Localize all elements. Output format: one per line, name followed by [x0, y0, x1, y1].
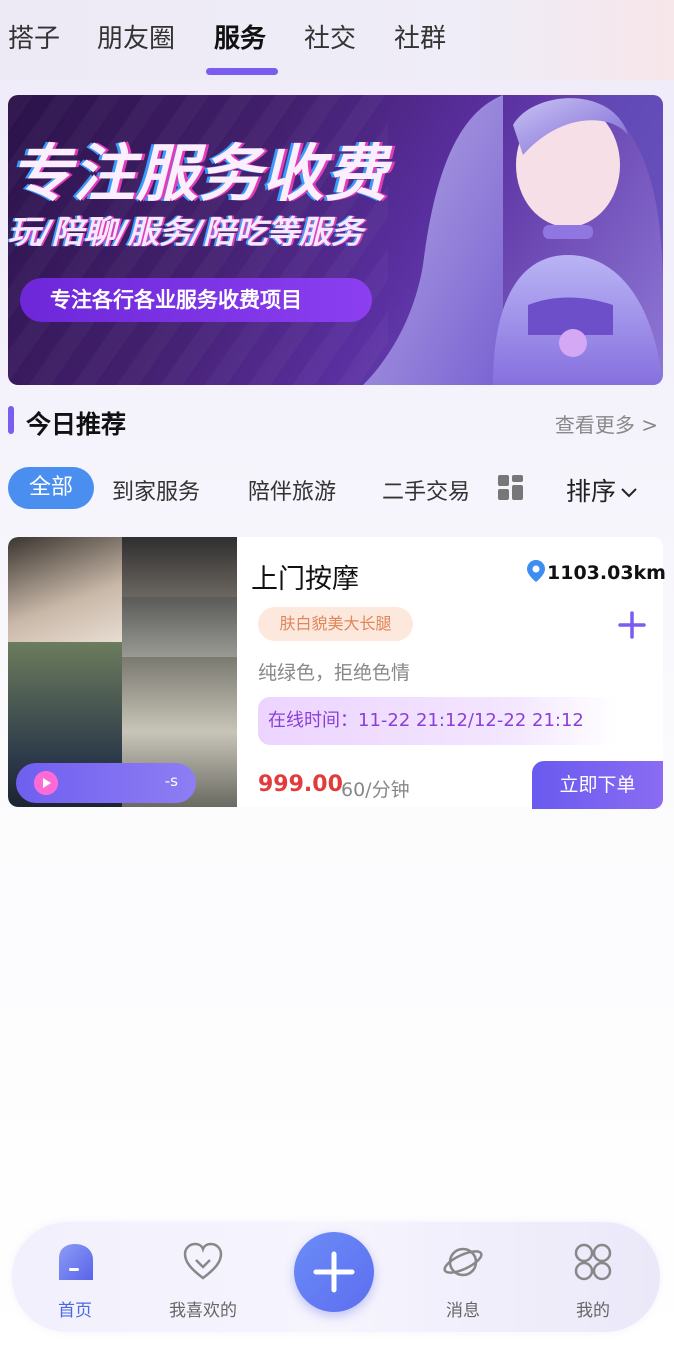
nav-profile[interactable]: 我的 — [538, 1222, 648, 1332]
section-accent-bar — [8, 406, 14, 434]
category-home-service[interactable]: 到家服务 — [112, 474, 200, 506]
location-pin-icon — [527, 560, 545, 582]
active-tab-indicator — [206, 68, 278, 75]
section-title: 今日推荐 — [26, 410, 127, 439]
banner-pill: 专注各行各业服务收费项目 — [20, 278, 372, 322]
home-icon — [59, 1244, 93, 1280]
nav-home-label: 首页 — [58, 1301, 92, 1321]
create-button[interactable] — [294, 1232, 374, 1312]
service-description: 纯绿色，拒绝色情 — [258, 662, 411, 684]
add-icon[interactable] — [618, 611, 646, 639]
plus-icon — [313, 1251, 355, 1293]
nav-favorites-label: 我喜欢的 — [169, 1301, 237, 1321]
tab-dazi[interactable]: 搭子 — [8, 18, 60, 55]
sort-button[interactable]: 排序 — [566, 472, 638, 508]
see-more-link[interactable]: 查看更多 > — [555, 409, 658, 438]
service-tag: 肤白貌美大长腿 — [258, 607, 413, 641]
online-time: 在线时间：11-22 21:12/12-22 21:12 — [258, 697, 618, 745]
category-all[interactable]: 全部 — [8, 467, 94, 509]
service-title: 上门按摩 — [251, 564, 359, 595]
service-price: 999.00 — [258, 772, 343, 797]
order-now-button[interactable]: 立即下单 — [532, 761, 663, 809]
tab-groups[interactable]: 社群 — [394, 18, 446, 55]
category-travel[interactable]: 陪伴旅游 — [248, 474, 336, 506]
price-unit: 60/分钟 — [341, 779, 410, 801]
grid-icon[interactable] — [497, 474, 525, 502]
heart-icon — [183, 1242, 223, 1280]
anime-character-illustration — [363, 95, 663, 385]
chevron-down-icon — [621, 488, 637, 498]
service-thumbnail[interactable]: -s — [8, 537, 237, 807]
nav-messages[interactable]: 消息 — [408, 1222, 518, 1332]
sort-label: 排序 — [566, 477, 617, 506]
top-tab-bar: 搭子 朋友圈 服务 社交 社群 — [0, 0, 674, 80]
play-icon[interactable] — [34, 771, 58, 795]
apps-icon — [574, 1243, 612, 1281]
planet-icon — [443, 1247, 483, 1277]
nav-favorites[interactable]: 我喜欢的 — [148, 1222, 258, 1332]
distance-label: 1103.03km — [527, 560, 666, 584]
tab-social[interactable]: 社交 — [304, 18, 356, 55]
tab-moments[interactable]: 朋友圈 — [97, 18, 175, 55]
category-secondhand[interactable]: 二手交易 — [382, 474, 470, 506]
banner-subline: 玩/陪聊/服务/陪吃等服务 — [8, 213, 364, 251]
nav-profile-label: 我的 — [576, 1301, 610, 1321]
nav-messages-label: 消息 — [446, 1301, 480, 1321]
distance-value: 1103.03km — [547, 562, 666, 584]
nav-home[interactable]: 首页 — [20, 1222, 130, 1332]
audio-player[interactable]: -s — [16, 763, 196, 803]
audio-length: -s — [164, 772, 178, 790]
tab-services[interactable]: 服务 — [214, 18, 266, 55]
promo-banner[interactable]: 专注服务收费 玩/陪聊/服务/陪吃等服务 专注各行各业服务收费项目 — [8, 95, 663, 385]
banner-headline: 专注服务收费 — [10, 137, 389, 210]
